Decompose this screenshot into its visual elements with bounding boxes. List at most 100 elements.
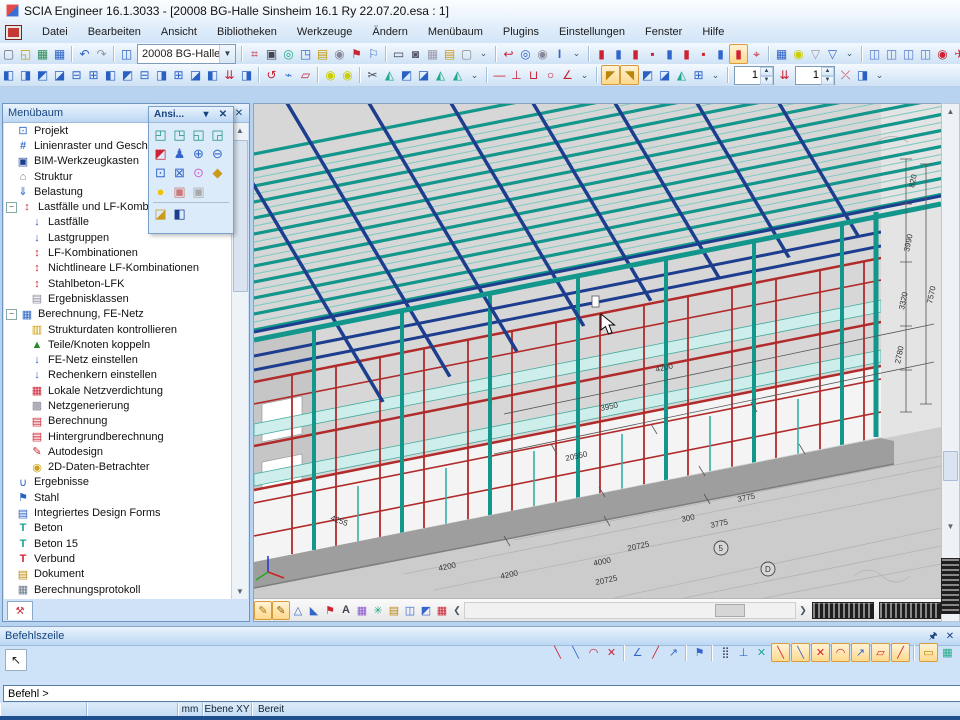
spinner-buttons[interactable]: ▲▼ <box>821 67 834 84</box>
tree-item-rechenkern[interactable]: Rechenkern einstellen <box>4 368 232 383</box>
node-pair-icon[interactable] <box>322 66 339 84</box>
ucs-align-icon[interactable] <box>673 66 690 84</box>
toolbar-overflow-icon[interactable] <box>707 66 724 84</box>
search-document-icon[interactable] <box>517 45 534 63</box>
coordinate-icon[interactable] <box>297 45 314 63</box>
grid-display-icon[interactable] <box>402 602 418 619</box>
tree-item-fe-netz[interactable]: FE-Netz einstellen <box>4 352 232 367</box>
ucs-rotate-icon[interactable] <box>656 66 673 84</box>
zoom-window-icon[interactable] <box>151 163 170 182</box>
filter-active-icon[interactable] <box>824 45 841 63</box>
menu-aendern[interactable]: Ändern <box>362 23 417 41</box>
select-by-property-icon[interactable] <box>678 45 695 63</box>
toolbar-overflow-icon[interactable] <box>466 66 483 84</box>
copy-attributes-icon[interactable] <box>866 45 883 63</box>
close-icon[interactable]: ✕ <box>216 108 230 122</box>
tree-item-verbund[interactable]: Verbund <box>4 551 232 566</box>
snap-parallel-icon[interactable] <box>647 644 664 661</box>
render-display-icon[interactable] <box>354 602 370 619</box>
tree-item-beton15[interactable]: Beton 15 <box>4 536 232 551</box>
activity-flag2-icon[interactable] <box>365 45 382 63</box>
snap-dimension-icon[interactable] <box>919 643 938 662</box>
save-icon[interactable] <box>51 45 68 63</box>
curved-member-icon[interactable] <box>263 66 280 84</box>
dropdown-icon[interactable]: ▾ <box>199 108 213 122</box>
menu-bibliotheken[interactable]: Bibliotheken <box>207 23 287 41</box>
copy-multi-icon[interactable] <box>917 45 934 63</box>
menu-plugins[interactable]: Plugins <box>493 23 549 41</box>
view-parameters-icon[interactable] <box>170 204 189 223</box>
toolbar-overflow-icon[interactable] <box>841 45 858 63</box>
ucs-corner-icon[interactable] <box>601 65 620 85</box>
tree-item-autodesign[interactable]: Autodesign <box>4 444 232 459</box>
status-plane[interactable]: Ebene XY <box>203 703 252 716</box>
scroll-left-icon[interactable]: ❮ <box>450 602 464 619</box>
snap-segment-icon[interactable] <box>567 644 584 661</box>
selection-mode-icon[interactable] <box>729 44 748 64</box>
scale-spinner[interactable]: 1 ▲▼ <box>795 66 835 85</box>
connect-members-icon[interactable] <box>0 66 17 84</box>
close-icon[interactable]: ✕ <box>943 629 957 643</box>
tree-item-netzgenerierung[interactable]: Netzgenerierung <box>4 398 232 413</box>
tree-item-2d-daten[interactable]: 2D-Daten-Betrachter <box>4 460 232 475</box>
ucs-corner2-icon[interactable] <box>620 65 639 85</box>
toolbar-overflow-icon[interactable] <box>568 45 585 63</box>
combobox-arrow-icon[interactable]: ▼ <box>219 45 235 63</box>
delete-scale-icon[interactable] <box>837 66 854 84</box>
section-view-icon[interactable] <box>854 66 871 84</box>
document-export-icon[interactable] <box>458 45 475 63</box>
save-all-icon[interactable] <box>34 45 51 63</box>
regenerate-icon[interactable] <box>500 45 517 63</box>
snap-flag-icon[interactable] <box>691 644 708 661</box>
snap-tangent-icon[interactable] <box>831 643 850 662</box>
walk-view-icon[interactable] <box>170 144 189 163</box>
toolbar-overflow-icon[interactable] <box>576 66 593 84</box>
select-previous-icon[interactable] <box>695 45 712 63</box>
horizontal-scrollbar[interactable] <box>464 602 796 619</box>
tree-item-berechnungsprotokoll[interactable]: Berechnungsprotokoll <box>4 582 232 597</box>
project-settings-icon[interactable] <box>246 45 263 63</box>
menu-datei[interactable]: Datei <box>32 23 78 41</box>
open-file-icon[interactable] <box>17 45 34 63</box>
axes-display-icon[interactable] <box>370 602 386 619</box>
send-icon[interactable] <box>951 45 960 63</box>
snap-edge-icon[interactable] <box>891 643 910 662</box>
snap-surface-icon[interactable] <box>871 643 890 662</box>
spinner-buttons[interactable]: ▲▼ <box>760 67 773 84</box>
tree-item-stahl[interactable]: Stahl <box>4 490 232 505</box>
scrollbar-thumb[interactable] <box>715 604 745 617</box>
visibility-icon[interactable] <box>934 45 951 63</box>
copy-add-icon[interactable] <box>900 45 917 63</box>
mesh-ball-icon[interactable] <box>331 45 348 63</box>
cross-link-icon[interactable] <box>68 66 85 84</box>
edit-draw2-icon[interactable] <box>272 601 290 620</box>
profile-library-icon[interactable] <box>551 45 568 63</box>
opening-icon[interactable] <box>119 66 136 84</box>
load-display-icon[interactable] <box>434 602 450 619</box>
property-modifier-icon[interactable] <box>204 66 221 84</box>
side-view-icon[interactable] <box>189 125 208 144</box>
arc-3pt-icon[interactable] <box>525 66 542 84</box>
tree-item-ergebnisse[interactable]: Ergebnisse <box>4 475 232 490</box>
scroll-down-icon[interactable]: ▼ <box>942 519 959 534</box>
menu-ansicht[interactable]: Ansicht <box>151 23 207 41</box>
scrollbar-thumb[interactable] <box>233 140 248 292</box>
window-icon[interactable] <box>118 45 135 63</box>
scale-down-icon[interactable] <box>776 66 793 84</box>
print-icon[interactable] <box>390 45 407 63</box>
document-window-icon[interactable] <box>5 25 22 40</box>
snap-arc-icon[interactable] <box>585 644 602 661</box>
labels-display-icon[interactable] <box>338 602 354 619</box>
scroll-up-icon[interactable]: ▲ <box>232 123 248 138</box>
mirror-icon[interactable] <box>432 66 449 84</box>
ucs-move-icon[interactable] <box>639 66 656 84</box>
angle-icon[interactable] <box>559 66 576 84</box>
close-icon[interactable]: ✕ <box>232 106 246 120</box>
viewport-canvas[interactable]: 820 3990 3320 2780 7570 4200 3950 20550 … <box>254 104 941 598</box>
menu-werkzeuge[interactable]: Werkzeuge <box>287 23 362 41</box>
calculator-icon[interactable] <box>424 45 441 63</box>
scroll-up-icon[interactable]: ▲ <box>942 104 959 119</box>
menu-einstellungen[interactable]: Einstellungen <box>549 23 635 41</box>
tree-item-berechnung[interactable]: Berechnung <box>4 414 232 429</box>
top-view-icon[interactable] <box>208 125 227 144</box>
